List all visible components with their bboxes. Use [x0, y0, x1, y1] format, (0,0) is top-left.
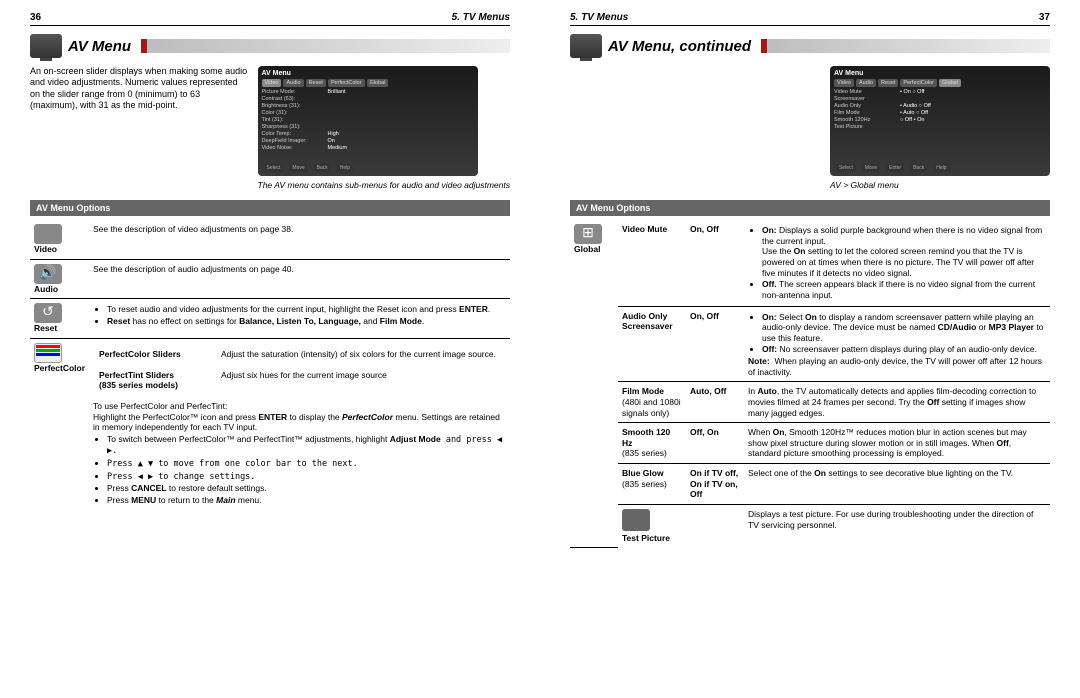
- opt-row-smooth-120: Smooth 120 Hz(835 series) Off, On When O…: [570, 423, 1050, 464]
- tab-video: Video: [262, 79, 282, 87]
- global-label: Global: [574, 244, 614, 255]
- section-title: AV Menu: [68, 38, 131, 55]
- tab-reset: Reset: [306, 79, 326, 87]
- opt-row-test-picture: Test Picture Displays a test picture. Fo…: [570, 504, 1050, 547]
- chapter-label: 5. TV Menus: [452, 12, 510, 23]
- page-number: 36: [30, 12, 41, 23]
- opt-row-perfectcolor: PerfectColor PerfectColor Sliders Adjust…: [30, 339, 510, 511]
- page-number: 37: [1039, 12, 1050, 23]
- tab-perfectcolor: PerfectColor: [328, 79, 365, 87]
- pc-bullets: To switch between PerfectColor™ and Perf…: [107, 434, 506, 506]
- screenshot-tabs: Video Audio Reset PerfectColor Global: [262, 79, 474, 87]
- tab-global: Global: [367, 79, 389, 87]
- screenshot-caption: The AV menu contains sub-menus for audio…: [258, 180, 510, 190]
- video-label: Video: [34, 244, 85, 255]
- intro-row: An on-screen slider displays when making…: [30, 66, 510, 190]
- audio-desc: See the description of audio adjustments…: [89, 259, 510, 299]
- chapter-label: 5. TV Menus: [570, 12, 628, 23]
- s120-val: Off, On: [686, 423, 744, 464]
- options-table-right: Global Video Mute On, Off On: Displays a…: [570, 220, 1050, 548]
- reset-icon: [34, 303, 62, 323]
- screenshot-footer: Select Move Enter Back Help: [836, 164, 1044, 172]
- bg-label: Blue Glow: [622, 468, 664, 478]
- opt-row-audio-only: Audio Only Screensaver On, Off On: Selec…: [570, 306, 1050, 382]
- reset-bullets: To reset audio and video adjustments for…: [107, 304, 506, 326]
- section-bar: AV Menu, continued: [570, 34, 1050, 58]
- accent-bar: [141, 39, 510, 53]
- page-right: 5. TV Menus 37 AV Menu, continued AV Men…: [540, 0, 1080, 698]
- fm-sub: (480i and 1080i signals only): [622, 397, 681, 418]
- tp-label: Test Picture: [622, 533, 670, 543]
- speakers-icon: [34, 264, 62, 284]
- accent-bar: [761, 39, 1050, 53]
- vm-val: On, Off: [686, 220, 744, 306]
- tv-icon: [570, 34, 602, 58]
- screenshot-tabs: Video Audio Reset PerfectColor Global: [834, 79, 1046, 87]
- av-menu-screenshot: AV Menu Video Audio Reset PerfectColor G…: [258, 66, 478, 176]
- intro-text: An on-screen slider displays when making…: [30, 66, 248, 190]
- options-header: AV Menu Options: [30, 200, 510, 216]
- perfectcolor-icon: [34, 343, 62, 363]
- reset-label: Reset: [34, 323, 85, 334]
- ao-label: Audio Only Screensaver: [618, 306, 686, 382]
- section-title: AV Menu, continued: [608, 38, 751, 55]
- fm-desc: In Auto, the TV automatically detects an…: [744, 382, 1050, 423]
- global-menu-screenshot: AV Menu Video Audio Reset PerfectColor G…: [830, 66, 1050, 176]
- options-table: Video See the description of video adjus…: [30, 220, 510, 510]
- vm-bullets: On: Displays a solid purple background w…: [762, 225, 1046, 300]
- fm-label: Film Mode: [622, 386, 664, 396]
- right-intro: AV Menu Video Audio Reset PerfectColor G…: [570, 66, 1050, 190]
- screenshot-title: AV Menu: [834, 70, 1046, 77]
- tv-icon: [30, 34, 62, 58]
- screenshot-rows: Picture Mode:Brilliant Contrast (63): Br…: [262, 89, 474, 151]
- opt-row-film-mode: Film Mode(480i and 1080i signals only) A…: [570, 382, 1050, 423]
- s120-sub: (835 series): [622, 448, 667, 458]
- s120-desc: When On, Smooth 120Hz™ reduces motion bl…: [744, 423, 1050, 464]
- opt-row-video: Video See the description of video adjus…: [30, 220, 510, 259]
- perfectcolor-label: PerfectColor: [34, 363, 85, 374]
- screenshot-caption: AV > Global menu: [830, 180, 1050, 190]
- pc-highlight: Highlight the PerfectColor™ icon and pre…: [93, 412, 506, 433]
- opt-row-video-mute: Global Video Mute On, Off On: Displays a…: [570, 220, 1050, 306]
- bg-val: On if TV off, On if TV on, Off: [686, 464, 744, 505]
- screenshot-footer: Select Move Back Help: [264, 164, 472, 172]
- page-header-right: 5. TV Menus 37: [570, 12, 1050, 26]
- global-icon: [574, 224, 602, 244]
- tab-audio: Audio: [283, 79, 303, 87]
- opt-row-blue-glow: Blue Glow(835 series) On if TV off, On i…: [570, 464, 1050, 505]
- pc-subtable: PerfectColor Sliders Adjust the saturati…: [93, 343, 506, 397]
- s120-label: Smooth 120 Hz: [622, 427, 670, 448]
- bg-desc: Select one of the On settings to see dec…: [744, 464, 1050, 505]
- screenshot-col: AV Menu Video Audio Reset PerfectColor G…: [258, 66, 510, 190]
- fm-val: Auto, Off: [686, 382, 744, 423]
- ao-val: On, Off: [686, 306, 744, 382]
- ao-note: Note: When playing an audio-only device,…: [748, 356, 1046, 377]
- page-header-left: 36 5. TV Menus: [30, 12, 510, 26]
- screenshot-title: AV Menu: [262, 70, 474, 77]
- test-picture-icon: [622, 509, 650, 531]
- pc-use: To use PerfectColor and PerfecTint:: [93, 401, 506, 412]
- vm-label: Video Mute: [618, 220, 686, 306]
- video-desc: See the description of video adjustments…: [89, 220, 510, 259]
- bg-sub: (835 series): [622, 479, 667, 489]
- ao-bullets: On: Select On to display a random screen…: [762, 312, 1046, 356]
- tp-desc: Displays a test picture. For use during …: [744, 504, 1050, 547]
- page-left: 36 5. TV Menus AV Menu An on-screen slid…: [0, 0, 540, 698]
- audio-label: Audio: [34, 284, 85, 295]
- video-icon: [34, 224, 62, 244]
- opt-row-reset: Reset To reset audio and video adjustmen…: [30, 299, 510, 339]
- section-bar: AV Menu: [30, 34, 510, 58]
- opt-row-audio: Audio See the description of audio adjus…: [30, 259, 510, 299]
- options-header: AV Menu Options: [570, 200, 1050, 216]
- screenshot-rows: Video Mute• On ○ Off Screensaver Audio O…: [834, 89, 1046, 130]
